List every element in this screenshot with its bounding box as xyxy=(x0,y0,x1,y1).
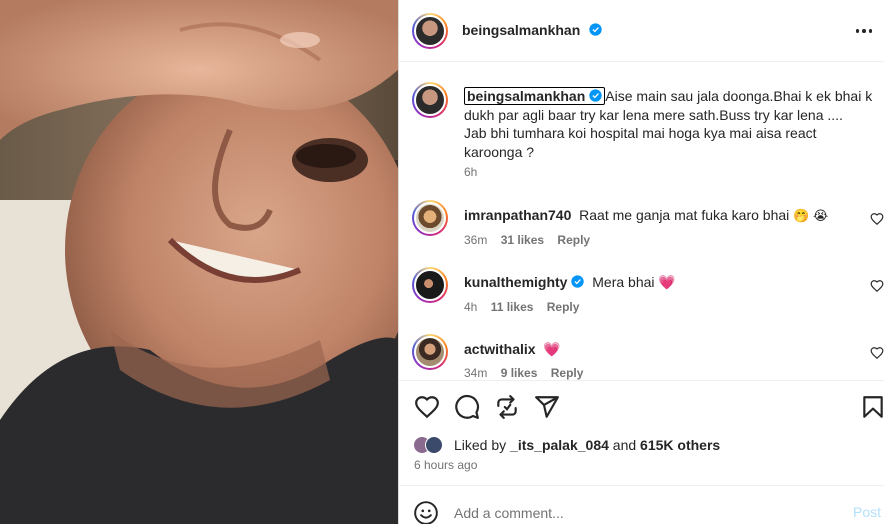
more-options-icon[interactable] xyxy=(852,22,876,40)
actions-divider xyxy=(399,380,884,381)
reply-button[interactable]: Reply xyxy=(557,233,590,247)
verified-badge-icon xyxy=(571,275,585,288)
comment-2: kunalthemighty Mera bhai 💗 xyxy=(464,274,676,291)
comment-emojis: 💗 xyxy=(543,341,561,357)
verified-badge-icon xyxy=(589,23,602,36)
first-liker-username[interactable]: _its_palak_084 xyxy=(510,437,609,453)
post-timestamp[interactable]: 6 hours ago xyxy=(414,458,477,472)
caption: beingsalmankhan Aise main sau jala doonga… xyxy=(464,87,874,161)
comment-1: imranpathan740 Raat me ganja mat fuka ka… xyxy=(464,207,828,224)
comment-2-meta: 4h 11 likes Reply xyxy=(464,300,589,314)
comment-body: Mera bhai xyxy=(592,274,655,290)
likes-summary: Liked by _its_palak_084 and 615K others xyxy=(454,437,720,453)
comment-username[interactable]: imranpathan740 xyxy=(464,207,571,223)
reply-button[interactable]: Reply xyxy=(547,300,580,314)
caption-avatar[interactable] xyxy=(412,82,448,118)
likes-and: and xyxy=(612,437,637,453)
comment-icon[interactable] xyxy=(454,394,480,420)
comment-time[interactable]: 4h xyxy=(464,300,477,314)
comment-time[interactable]: 34m xyxy=(464,366,487,380)
reply-button[interactable]: Reply xyxy=(551,366,584,380)
comment-avatar[interactable] xyxy=(412,334,448,370)
comment-1-meta: 36m 31 likes Reply xyxy=(464,233,600,247)
comment-username[interactable]: actwithalix xyxy=(464,341,536,357)
comment-3-meta: 34m 9 likes Reply xyxy=(464,366,593,380)
comment-like-heart-icon[interactable] xyxy=(870,346,884,360)
add-comment-input[interactable] xyxy=(454,501,834,524)
comment-avatar[interactable] xyxy=(412,200,448,236)
author-username[interactable]: beingsalmankhan xyxy=(462,22,580,38)
post-comment-button[interactable]: Post xyxy=(853,504,881,520)
comment-body: Raat me ganja mat fuka karo bhai xyxy=(579,207,790,223)
comment-likes[interactable]: 9 likes xyxy=(501,366,538,380)
send-icon[interactable] xyxy=(534,394,560,420)
comment-emojis: 💗 xyxy=(658,274,676,290)
repost-icon[interactable] xyxy=(494,394,520,420)
caption-text-line2: Jab bhi tumhara koi hospital mai hoga ky… xyxy=(464,125,817,160)
liked-by-prefix: Liked by xyxy=(454,437,507,453)
comment-emojis: 🤭 😭 xyxy=(793,208,829,223)
post-photo[interactable] xyxy=(0,0,398,524)
author-avatar[interactable] xyxy=(412,13,448,49)
comment-likes[interactable]: 11 likes xyxy=(491,300,534,314)
bookmark-icon[interactable] xyxy=(860,394,884,420)
comment-avatar[interactable] xyxy=(412,267,448,303)
heart-icon[interactable] xyxy=(414,394,440,420)
post-image xyxy=(0,0,398,524)
caption-username-box[interactable]: beingsalmankhan xyxy=(464,87,606,105)
comment-like-heart-icon[interactable] xyxy=(870,212,884,226)
post-details-panel: beingsalmankhan beingsalmankhan Aise main… xyxy=(399,0,884,524)
comment-3: actwithalix 💗 xyxy=(464,341,561,358)
comment-time[interactable]: 36m xyxy=(464,233,487,247)
liker-avatars[interactable] xyxy=(413,436,453,456)
emoji-icon[interactable] xyxy=(413,500,439,524)
verified-badge-icon xyxy=(589,89,602,102)
caption-time[interactable]: 6h xyxy=(464,165,477,179)
comment-box-divider xyxy=(399,485,884,486)
caption-username[interactable]: beingsalmankhan xyxy=(467,88,585,104)
comment-username[interactable]: kunalthemighty xyxy=(464,274,567,290)
likes-others-link[interactable]: 615K others xyxy=(640,437,720,453)
comment-likes[interactable]: 31 likes xyxy=(501,233,544,247)
post-header: beingsalmankhan xyxy=(399,0,884,62)
comment-like-heart-icon[interactable] xyxy=(870,279,884,293)
